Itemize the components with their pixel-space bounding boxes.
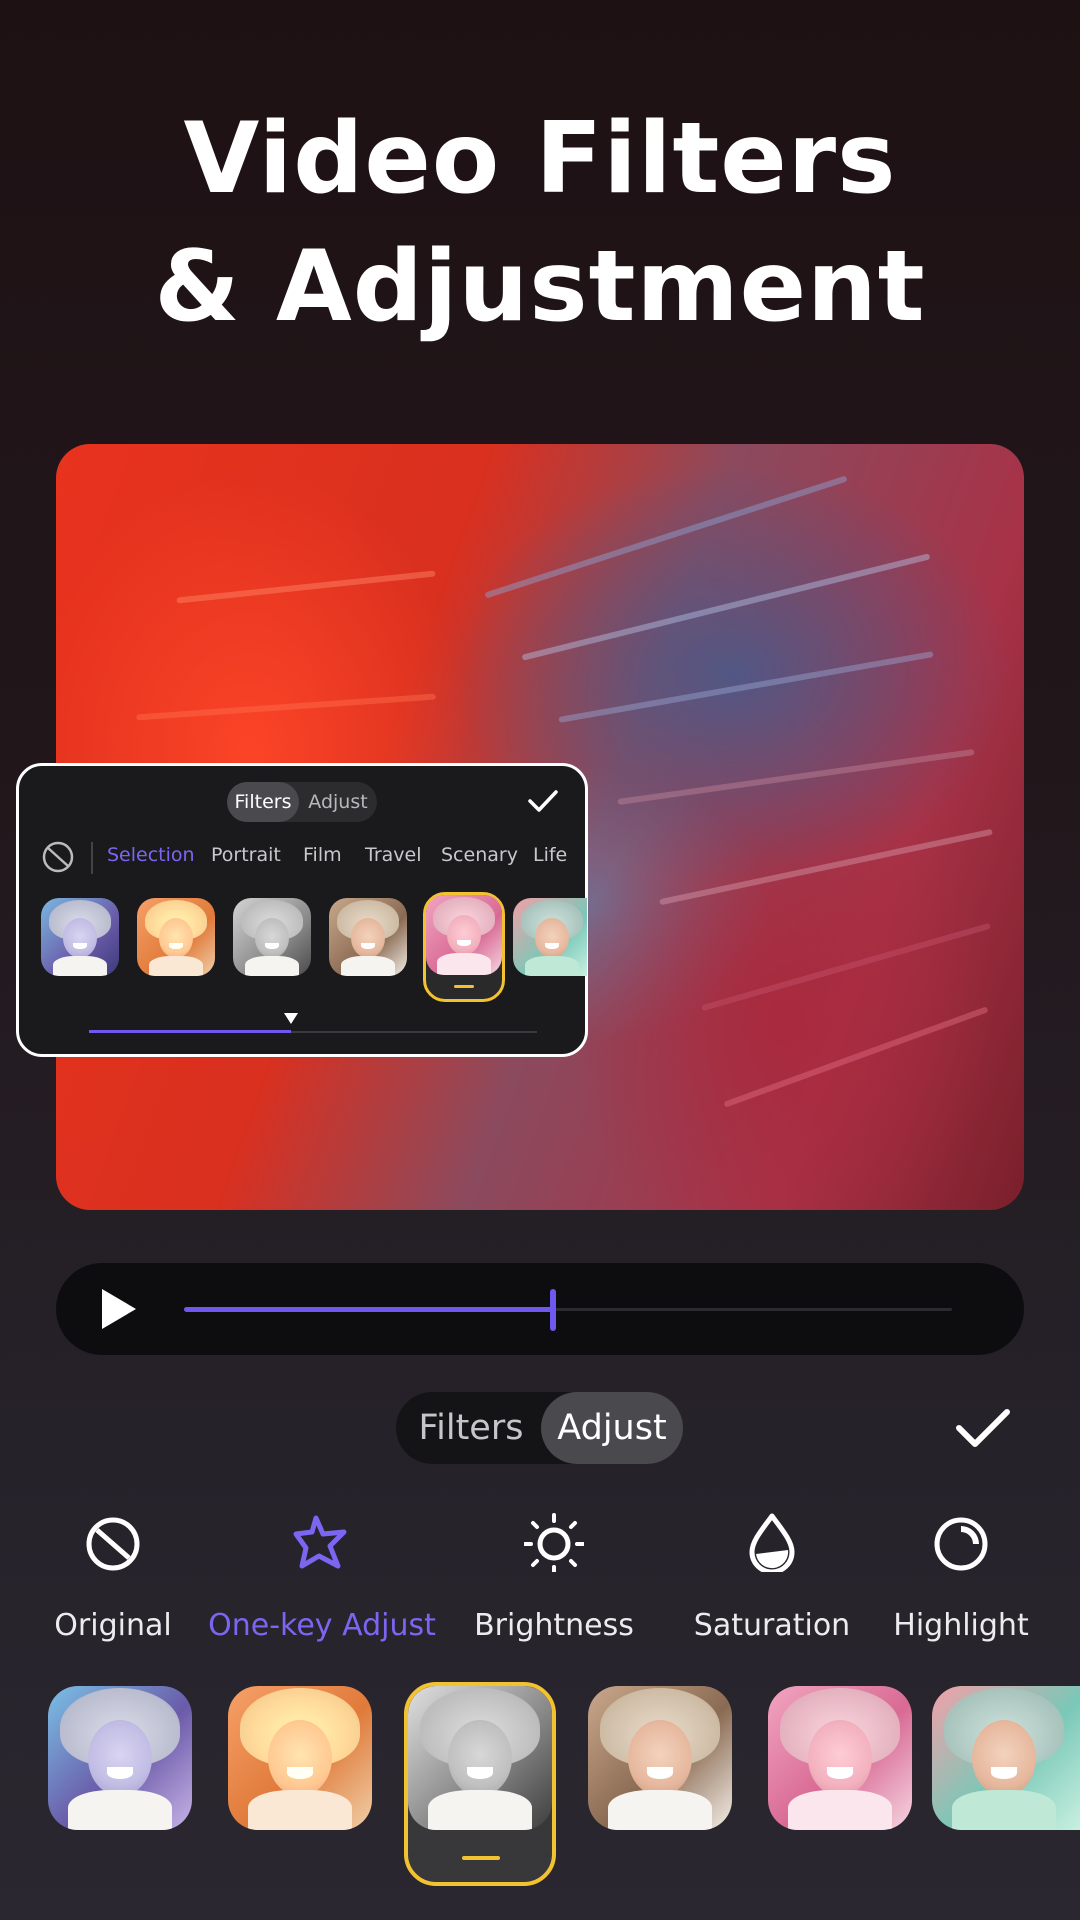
star-icon — [293, 1515, 347, 1569]
tab-adjust[interactable]: Adjust — [541, 1392, 683, 1464]
ban-icon — [86, 1517, 140, 1571]
filter-thumb[interactable] — [588, 1686, 732, 1830]
tool-one-key-adjust[interactable]: One-key Adjust — [208, 1512, 436, 1652]
tool-label: One-key Adjust — [208, 1608, 436, 1643]
filter-panel-preview: Filters Adjust Selection Portrait Film T… — [16, 763, 588, 1057]
filter-intensity-fill — [89, 1030, 291, 1033]
mini-filter-thumb[interactable] — [233, 898, 311, 976]
playback-bar — [56, 1263, 1024, 1355]
category-portrait[interactable]: Portrait — [211, 844, 281, 866]
droplet-icon — [749, 1513, 795, 1572]
highlight-icon — [934, 1517, 988, 1571]
tool-original[interactable]: Original — [13, 1512, 213, 1652]
timeline-progress — [184, 1307, 553, 1312]
filter-thumb[interactable] — [768, 1686, 912, 1830]
mini-mode-toggle[interactable]: Filters Adjust — [227, 782, 377, 822]
selected-filter-frame[interactable] — [423, 892, 505, 1002]
category-life[interactable]: Life — [533, 844, 567, 866]
tool-brightness[interactable]: Brightness — [454, 1512, 654, 1652]
filter-thumb[interactable] — [228, 1686, 372, 1830]
play-icon[interactable] — [102, 1289, 136, 1329]
sun-icon — [524, 1513, 584, 1572]
divider — [91, 842, 93, 874]
filter-thumb[interactable] — [48, 1686, 192, 1830]
tool-label: Highlight — [893, 1608, 1029, 1643]
category-scenary[interactable]: Scenary — [441, 844, 518, 866]
check-icon[interactable] — [955, 1406, 1011, 1450]
check-icon[interactable] — [527, 788, 559, 814]
tool-label: Original — [54, 1608, 172, 1643]
category-film[interactable]: Film — [303, 844, 342, 866]
headline-line-1: Video Filters — [183, 102, 897, 216]
mini-tab-adjust[interactable]: Adjust — [299, 782, 377, 822]
category-travel[interactable]: Travel — [365, 844, 421, 866]
tool-label: Brightness — [474, 1608, 634, 1643]
mode-toggle[interactable]: Filters Adjust — [396, 1392, 683, 1464]
headline-line-2: & Adjustment — [154, 230, 926, 344]
mini-tab-filters[interactable]: Filters — [227, 782, 299, 822]
mini-filter-thumb[interactable] — [41, 898, 119, 976]
filter-thumb[interactable] — [932, 1686, 1080, 1830]
filter-intensity-handle[interactable] — [283, 1013, 298, 1024]
selected-filter-frame[interactable] — [404, 1682, 556, 1886]
mini-filter-thumb[interactable] — [329, 898, 407, 976]
timeline-handle[interactable] — [549, 1289, 556, 1331]
no-filter-icon[interactable] — [41, 840, 75, 874]
tool-highlight[interactable]: Highlight — [861, 1512, 1061, 1652]
mini-filter-thumb[interactable] — [137, 898, 215, 976]
category-selection[interactable]: Selection — [107, 844, 195, 866]
tab-filters[interactable]: Filters — [396, 1392, 546, 1464]
mini-filter-thumb[interactable] — [513, 898, 587, 976]
